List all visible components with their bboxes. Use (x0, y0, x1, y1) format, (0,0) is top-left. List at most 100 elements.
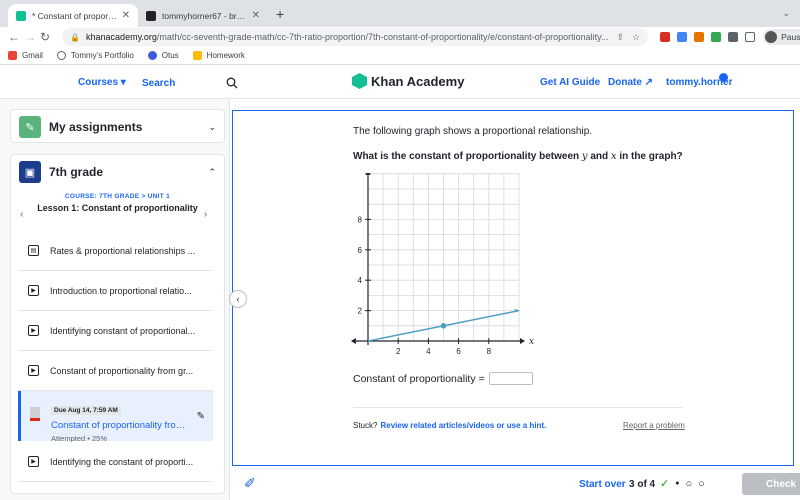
url-path: /math/cc-seventh-grade-math/cc-7th-ratio… (156, 32, 609, 42)
item-label: Constant of proportionality from gr... (50, 365, 194, 376)
donate-link[interactable]: Donate ↗ (608, 77, 653, 88)
x-tick-label: 8 (487, 347, 492, 356)
x-axis-arrow-icon (350, 338, 356, 344)
forward-arrow-icon[interactable]: → (24, 30, 36, 44)
progress-count: 3 of 4 (629, 479, 656, 490)
x-tick-label: 6 (456, 347, 461, 356)
due-badge: Due Aug 14, 7:59 AM (51, 406, 121, 415)
list-item[interactable]: ▶ Constant of proportionality from gr... (18, 351, 213, 391)
courses-menu[interactable]: Courses ▾ (78, 77, 126, 88)
grade-title: 7th grade (49, 165, 104, 179)
drive-icon (192, 51, 202, 60)
search-input[interactable]: Search (132, 72, 248, 94)
assignment-edit-icon: ✎ (196, 411, 205, 422)
share-icon[interactable]: ⇪ (616, 32, 624, 43)
answer-input[interactable] (488, 372, 533, 385)
data-point (440, 323, 447, 329)
prompt-text: in the graph? (616, 151, 683, 162)
tab-constant-proportionality[interactable]: * Constant of proportionality fr ✕ (8, 4, 138, 27)
article-icon: ▤ (28, 245, 39, 256)
x-tick-label: 2 (396, 347, 401, 356)
gmail-icon (8, 51, 17, 60)
list-item[interactable]: ▶ Introduction to proportional relatio..… (18, 271, 213, 311)
my-assignments-card[interactable]: ✎ My assignments ⌄ (10, 109, 225, 143)
browser-tabbar: * Constant of proportionality fr ✕ tommy… (0, 0, 800, 27)
extension-orange-icon[interactable] (694, 32, 705, 42)
book-icon: ▣ (19, 161, 41, 183)
profile-button[interactable]: Paused (763, 29, 800, 45)
khan-logo[interactable]: Khan Academy (352, 73, 464, 89)
chevron-down-icon[interactable]: ⌄ (208, 122, 216, 133)
hint-link[interactable]: Review related articles/videos or use a … (380, 421, 546, 430)
url-text: khanacademy.org/math/cc-seventh-grade-ma… (86, 32, 608, 42)
bookmark-label: Homework (206, 51, 245, 60)
lesson-title: Lesson 1: Constant of proportionality (37, 203, 198, 213)
tab-brainly[interactable]: tommyhorner67 - brainly.com ✕ (138, 4, 268, 27)
extension-red-icon[interactable] (660, 32, 671, 42)
lesson-header: COURSE: 7TH GRADE > UNIT 1 Lesson 1: Con… (11, 189, 224, 215)
bookmarks-bar: Gmail Tommy's Portfolio Otus Homework (0, 47, 800, 65)
y-tick-label: 4 (358, 276, 363, 285)
bookmark-label: Gmail (22, 51, 43, 60)
pending-dot-icon: ○ (685, 477, 693, 490)
lock-icon[interactable]: 🔒 (70, 33, 80, 42)
start-over-link[interactable]: Start over (579, 479, 626, 490)
khan-favicon-icon (16, 10, 26, 21)
otus-icon (147, 51, 157, 60)
report-problem-link[interactable]: Report a problem (623, 421, 685, 430)
chevron-up-icon[interactable]: ⌃ (208, 167, 216, 178)
logo-text: Khan Academy (371, 73, 465, 89)
avatar (765, 31, 778, 43)
y-axis-arrow-icon (365, 173, 371, 175)
divider (353, 407, 683, 408)
video-icon: ▶ (28, 365, 39, 376)
y-tick-label: 6 (358, 246, 363, 255)
exercise-footer: ✐ Start over 3 of 4 ✓ ● ○ ○ Check (232, 468, 800, 500)
prev-lesson-icon[interactable]: ‹ (20, 209, 23, 220)
course-sidebar: ✎ My assignments ⌄ ▣ 7th grade ⌃ COURSE:… (0, 99, 230, 500)
side-panel-icon[interactable] (745, 32, 756, 42)
tab-search-chevron-icon[interactable]: ⌄ (782, 8, 790, 19)
video-icon: ▶ (28, 456, 39, 467)
progress-dots: ✓ ● ○ ○ (660, 477, 705, 491)
extension-translate-icon[interactable] (677, 32, 688, 42)
bookmark-otus[interactable]: Otus (147, 51, 179, 60)
bookmark-gmail[interactable]: Gmail (8, 51, 43, 60)
check-button[interactable]: Check (742, 473, 800, 495)
answer-row: Constant of proportionality = (353, 372, 533, 385)
back-arrow-icon[interactable]: ← (8, 30, 20, 44)
item-label: Rates & proportional relationships ... (50, 245, 196, 256)
y-tick-label: 8 (358, 215, 363, 224)
close-tab-icon[interactable]: ✕ (252, 10, 260, 21)
x-tick-label: 4 (426, 347, 431, 356)
course-breadcrumb[interactable]: COURSE: 7TH GRADE > UNIT 1 (11, 193, 224, 200)
new-tab-button[interactable]: + (276, 6, 284, 22)
extension-green-icon[interactable] (711, 32, 722, 42)
list-item[interactable]: ▶ Identifying the constant of proporti..… (18, 442, 213, 482)
equals-sign: = (478, 372, 485, 385)
collapse-sidebar-button[interactable]: ‹ (229, 290, 247, 308)
notification-dot (719, 73, 728, 82)
active-exercise-item[interactable]: Due Aug 14, 7:59 AM Constant of proporti… (18, 391, 213, 443)
list-item[interactable]: ▶ Identifying constant of proportional..… (18, 311, 213, 351)
ai-guide-link[interactable]: Get AI Guide (540, 77, 600, 88)
extensions-puzzle-icon[interactable] (728, 32, 739, 42)
grade-header[interactable]: ▣ 7th grade ⌃ (11, 155, 224, 189)
bookmark-label: Otus (161, 51, 179, 60)
reload-icon[interactable]: ↻ (40, 30, 50, 44)
scratchpad-pencil-icon[interactable]: ✐ (244, 475, 256, 492)
bookmark-homework[interactable]: Homework (192, 51, 245, 60)
close-tab-icon[interactable]: ✕ (122, 10, 130, 21)
bookmark-star-icon[interactable]: ☆ (632, 32, 640, 43)
list-item[interactable]: ▤ Rates & proportional relationships ... (18, 231, 213, 271)
next-lesson-icon[interactable]: › (204, 209, 207, 220)
item-label: Identifying constant of proportional... (50, 325, 196, 336)
pending-dot-icon: ○ (698, 477, 705, 490)
address-bar[interactable]: 🔒 khanacademy.org/math/cc-seventh-grade-… (62, 28, 649, 46)
question-prompt: What is the constant of proportionality … (353, 151, 683, 162)
address-row: ← → ↻ 🔒 khanacademy.org/math/cc-seventh-… (0, 27, 800, 47)
khan-leaf-icon (352, 73, 367, 89)
bookmark-portfolio[interactable]: Tommy's Portfolio (56, 51, 134, 60)
assignments-icon: ✎ (19, 116, 41, 138)
current-dot-icon: ● (675, 480, 680, 487)
